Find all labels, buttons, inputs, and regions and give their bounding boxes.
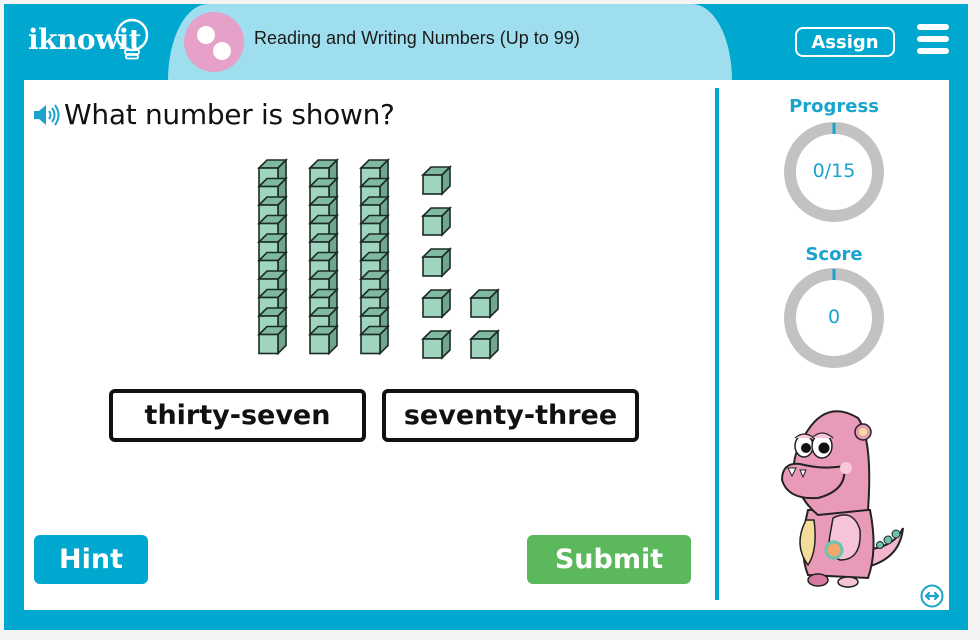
ones-cube — [469, 329, 500, 360]
answer-option[interactable]: seventy-three — [382, 389, 639, 442]
base-ten-blocks — [257, 158, 500, 360]
pink-monster-mascot — [780, 410, 904, 588]
score-label: Score — [805, 244, 863, 265]
question-text: What number is shown? — [64, 98, 395, 131]
progress-value: 0/15 — [812, 160, 856, 182]
progress-label: Progress — [789, 96, 879, 117]
iknowit-logo[interactable]: iknowit — [28, 16, 149, 62]
panel-divider — [715, 88, 719, 600]
speaker-icon[interactable] — [32, 103, 60, 127]
question: What number is shown? — [32, 98, 395, 131]
ones-cube — [421, 247, 452, 278]
hamburger-menu-icon[interactable] — [917, 24, 949, 54]
tens-rod — [308, 158, 339, 356]
lesson-title: Reading and Writing Numbers (Up to 99) — [254, 28, 580, 48]
ones-cube — [469, 288, 500, 319]
assign-button[interactable]: Assign — [795, 27, 895, 57]
hint-button[interactable]: Hint — [34, 535, 148, 584]
tens-rod — [257, 158, 288, 356]
answer-option[interactable]: thirty-seven — [109, 389, 366, 442]
lesson-icon-dot — [213, 42, 231, 60]
lesson-icon — [184, 12, 244, 72]
progress-ring-marker — [832, 123, 836, 134]
swap-arrows-icon[interactable] — [920, 584, 944, 608]
ones-cube — [421, 329, 452, 360]
score-value: 0 — [827, 306, 841, 328]
lightbulb-icon — [116, 18, 149, 60]
tens-rod — [359, 158, 390, 356]
ones-cube — [421, 165, 452, 196]
ones-cube — [421, 206, 452, 237]
ones-cube — [421, 288, 452, 319]
submit-button[interactable]: Submit — [527, 535, 691, 584]
lesson-icon-dot — [197, 26, 215, 44]
score-ring-marker — [832, 269, 836, 280]
